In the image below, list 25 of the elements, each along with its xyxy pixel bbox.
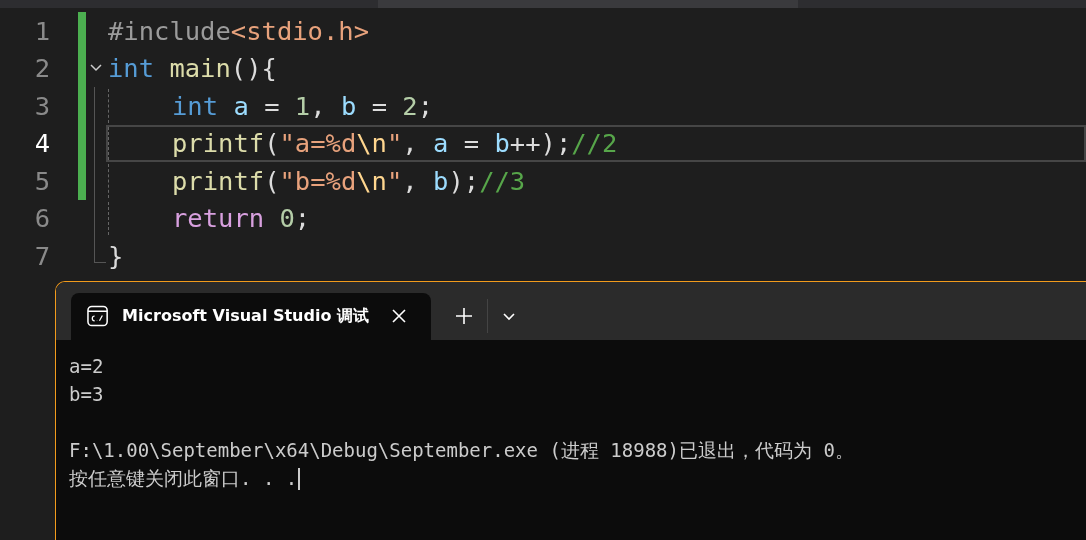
- scope-guide: [94, 237, 106, 264]
- line-number: 4: [33, 127, 50, 161]
- output-line: F:\1.00\September\x64\Debug\September.exe (进程 18988)已退出，代码为 0。: [69, 437, 854, 463]
- chevron-down-icon: [502, 311, 516, 322]
- text-cursor: [298, 468, 300, 490]
- code-line: int main(){: [107, 52, 278, 86]
- output-line: a=2: [69, 353, 104, 379]
- close-icon: [391, 308, 407, 325]
- terminal-icon: [87, 305, 109, 327]
- line-number: 2: [33, 52, 50, 86]
- code-line: printf("b=%d\n", b);//3: [106, 162, 1086, 200]
- code-line: int a = 1, b = 2;: [106, 87, 1086, 125]
- line-number: 1: [33, 14, 50, 48]
- terminal-tab[interactable]: Microsoft Visual Studio 调试: [71, 292, 431, 340]
- plus-icon: [455, 307, 473, 325]
- collapse-icon[interactable]: [90, 64, 102, 73]
- code-line: #include<stdio.h>: [107, 14, 370, 48]
- code-line: }: [107, 239, 125, 273]
- output-line: 按任意键关闭此窗口. . .: [69, 465, 298, 491]
- line-number: 7: [33, 239, 50, 273]
- line-number: 5: [33, 164, 50, 198]
- code-line: return 0;: [106, 199, 1086, 237]
- line-number: 3: [33, 89, 50, 123]
- output-line: b=3: [69, 381, 104, 407]
- line-number: 6: [33, 202, 50, 236]
